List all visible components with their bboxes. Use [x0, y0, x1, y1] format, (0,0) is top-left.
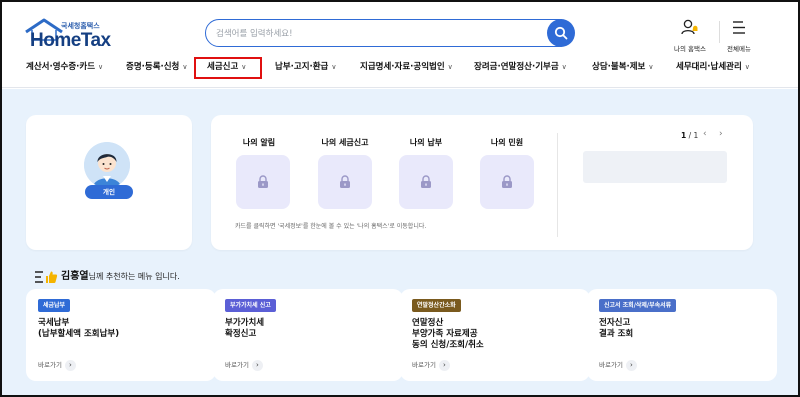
my-hometax-card: 나의 알림 나의 세금신고 나의 납부 나의 민원 카드를 클릭하면 '국세정보…	[211, 115, 753, 250]
user-bell-icon	[681, 19, 698, 35]
service-title: 국세납부 (납부할세액 조회납부)	[38, 318, 120, 339]
main-navigation: 계산서·영수증·카드 ∨ 증명·등록·신청 ∨ 세금신고 ∨ 납부·고지·환급 ∨ 지급…	[2, 60, 798, 80]
lock-icon	[421, 175, 431, 188]
nav-item-statements[interactable]: 지급명세·자료·공익법인 ∨	[360, 60, 453, 72]
profile-card[interactable]: 개인	[26, 115, 192, 250]
my-tax-filing-tile[interactable]	[318, 155, 372, 209]
thumbs-up-list-icon	[35, 270, 58, 283]
lock-icon	[258, 175, 268, 188]
chevron-right-icon: ›	[64, 360, 76, 371]
nav-item-label: 장려금·연말정산·기부금	[474, 62, 559, 72]
nav-item-label: 세무대리·납세관리	[676, 62, 742, 72]
avatar	[84, 142, 130, 188]
recommend-suffix: 님께 추천하는 메뉴 입니다.	[88, 272, 180, 281]
my-alert-label: 나의 알림	[242, 138, 276, 147]
chevron-down-icon: ∨	[98, 63, 104, 71]
go-link[interactable]: 바로가기 ›	[225, 359, 263, 371]
lock-icon	[340, 175, 350, 188]
chevron-down-icon: ∨	[648, 63, 654, 71]
user-name: 김홍열	[61, 271, 89, 282]
chevron-down-icon: ∨	[561, 63, 567, 71]
search-input[interactable]	[216, 26, 536, 42]
pager-next-icon[interactable]: ›	[719, 129, 723, 139]
nav-item-label: 증명·등록·신청	[126, 62, 180, 72]
nav-item-label: 납부·고지·환급	[275, 62, 329, 72]
my-alert-tile[interactable]	[236, 155, 290, 209]
person-avatar-icon	[84, 142, 130, 188]
go-link[interactable]: 바로가기 ›	[38, 359, 76, 371]
service-tag: 세금납부	[38, 299, 71, 312]
chevron-down-icon: ∨	[447, 63, 453, 71]
hometax-logo[interactable]: 국세청홈택스 HomeTax	[24, 16, 124, 51]
chevron-right-icon: ›	[251, 360, 263, 371]
nav-item-label: 계산서·영수증·카드	[26, 62, 96, 72]
my-hometax-note: 카드를 클릭하면 '국세정보'를 한눈에 볼 수 있는 '나의 홈택스'로 이동…	[235, 223, 427, 230]
browser-frame: 국세청홈택스 HomeTax 나의 홈택스	[0, 0, 800, 397]
go-label: 바로가기	[38, 361, 62, 369]
chevron-right-icon: ›	[625, 360, 637, 371]
go-label: 바로가기	[225, 361, 249, 369]
user-type-badge: 개인	[85, 185, 133, 199]
my-payment-label: 나의 납부	[409, 138, 443, 147]
hamburger-menu-icon	[732, 21, 745, 34]
my-hometax-link[interactable]: 나의 홈택스	[674, 19, 706, 53]
go-label: 바로가기	[599, 361, 623, 369]
notice-placeholder	[583, 151, 727, 183]
pager-current: 1	[681, 131, 687, 140]
service-title: 연말정산 부양가족 자료제공 동의 신청/조회/취소	[412, 318, 484, 350]
all-menu-button[interactable]: 전체메뉴	[727, 19, 751, 53]
recommend-title: 김홍열님께 추천하는 메뉴 입니다.	[34, 267, 180, 284]
nav-item-payment[interactable]: 납부·고지·환급 ∨	[275, 60, 337, 72]
card-divider	[557, 133, 558, 237]
go-link[interactable]: 바로가기 ›	[412, 359, 450, 371]
service-tag: 신고서 조회/삭제/부속서류	[599, 299, 677, 312]
nav-item-label: 지급명세·자료·공익법인	[360, 62, 445, 72]
my-hometax-label: 나의 홈택스	[674, 45, 706, 53]
nav-item-incentives[interactable]: 장려금·연말정산·기부금 ∨	[474, 60, 567, 72]
go-link[interactable]: 바로가기 ›	[599, 359, 637, 371]
service-title: 부가가치세 확정신고	[225, 318, 265, 339]
my-civil-label: 나의 민원	[490, 138, 524, 147]
pager-prev-icon[interactable]: ‹	[703, 129, 707, 139]
go-label: 바로가기	[412, 361, 436, 369]
search-button[interactable]	[547, 19, 575, 47]
nav-item-invoice[interactable]: 계산서·영수증·카드 ∨	[26, 60, 103, 72]
service-card[interactable]: 신고서 조회/삭제/부속서류 전자신고 결과 조회 바로가기 ›	[587, 289, 777, 381]
nav-item-label: 상담·불복·제보	[592, 62, 646, 72]
service-card[interactable]: 세금납부 국세납부 (납부할세액 조회납부) 바로가기 ›	[26, 289, 216, 381]
highlight-box	[194, 57, 262, 79]
search-box	[205, 19, 573, 47]
main-content: 개인 나의 알림 나의 세금신고 나의 납부 나의 민원 카드를 클릭하면 '국…	[2, 89, 798, 395]
nav-item-certificate[interactable]: 증명·등록·신청 ∨	[126, 60, 188, 72]
my-civil-tile[interactable]	[480, 155, 534, 209]
service-tag: 연말정산간소화	[412, 299, 461, 312]
pager-indicator: 1 / 1	[681, 131, 698, 140]
service-card[interactable]: 연말정산간소화 연말정산 부양가족 자료제공 동의 신청/조회/취소 바로가기 ›	[400, 289, 590, 381]
chevron-down-icon: ∨	[744, 63, 750, 71]
all-menu-label: 전체메뉴	[727, 45, 751, 53]
lock-icon	[502, 175, 512, 188]
search-icon	[554, 26, 568, 40]
service-card[interactable]: 부가가치세 신고 부가가치세 확정신고 바로가기 ›	[213, 289, 403, 381]
nav-item-consulting[interactable]: 상담·불복·제보 ∨	[592, 60, 654, 72]
my-tax-filing-label: 나의 세금신고	[321, 138, 369, 147]
pager-total: / 1	[688, 131, 699, 140]
chevron-right-icon: ›	[438, 360, 450, 371]
my-payment-tile[interactable]	[399, 155, 453, 209]
service-tag: 부가가치세 신고	[225, 299, 276, 312]
service-title: 전자신고 결과 조회	[599, 318, 634, 339]
site-header: 국세청홈택스 HomeTax 나의 홈택스	[2, 2, 798, 88]
nav-item-tax-agent[interactable]: 세무대리·납세관리 ∨	[676, 60, 750, 72]
chevron-down-icon: ∨	[182, 63, 188, 71]
logo-title: HomeTax	[30, 30, 111, 51]
chevron-down-icon: ∨	[331, 63, 337, 71]
header-divider	[719, 21, 720, 43]
